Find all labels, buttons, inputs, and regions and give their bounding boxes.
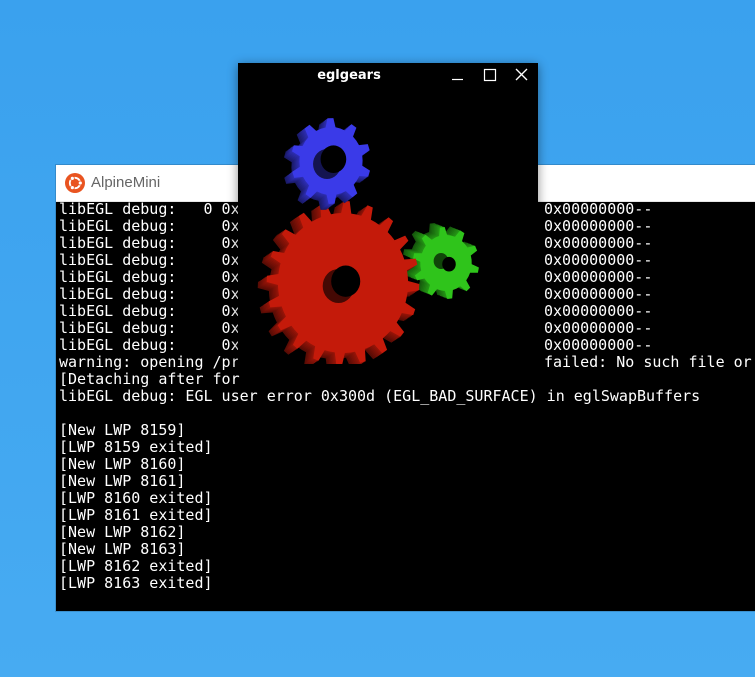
red-gear <box>257 201 420 364</box>
terminal-title: AlpineMini <box>91 174 161 191</box>
terminal-line-text: libEGL debug: 0x <box>59 285 240 303</box>
minimize-button[interactable] <box>442 63 474 89</box>
maximize-icon <box>483 68 497 82</box>
terminal-line-text: libEGL debug: 0x <box>59 336 240 354</box>
terminal-line-text-right: 0x00000000-- <box>544 201 653 218</box>
terminal-line-text: [LWP 8160 exited] <box>59 489 213 507</box>
terminal-line: [LWP 8160 exited] <box>59 490 755 507</box>
terminal-line-text: warning: opening /pr <box>59 353 240 371</box>
ubuntu-logo-icon <box>65 173 85 193</box>
terminal-line-text: libEGL debug: 0x <box>59 319 240 337</box>
terminal-line-text: [New LWP 8162] <box>59 523 186 541</box>
terminal-line-text: [New LWP 8160] <box>59 455 186 473</box>
terminal-line-text: libEGL debug: 0x <box>59 268 240 286</box>
terminal-line-text: [New LWP 8161] <box>59 472 186 490</box>
terminal-line: libEGL debug: EGL user error 0x300d (EGL… <box>59 388 755 405</box>
terminal-line: [New LWP 8163] <box>59 541 755 558</box>
terminal-line: [LWP 8163 exited] <box>59 575 755 592</box>
terminal-line-text-right: 0x00000000-- <box>544 234 653 252</box>
terminal-line-text-right: 0x00000000-- <box>544 251 653 269</box>
gear-hole <box>442 256 456 272</box>
blue-gear <box>284 118 370 210</box>
terminal-line-text: libEGL debug: 0x <box>59 302 240 320</box>
minimize-icon <box>452 78 463 81</box>
gear-hole <box>331 265 361 297</box>
terminal-line-text: libEGL debug: 0x <box>59 234 240 252</box>
terminal-line-text-right: 0x00000000-- <box>544 302 653 320</box>
terminal-line-text: [Detaching after for <box>59 370 240 388</box>
terminal-line: [New LWP 8160] <box>59 456 755 473</box>
terminal-line: [LWP 8161 exited] <box>59 507 755 524</box>
terminal-line-text: libEGL debug: 0x <box>59 251 240 269</box>
terminal-line-text: libEGL debug: 0 0x <box>59 201 240 218</box>
terminal-line: [New LWP 8162] <box>59 524 755 541</box>
gears-render-canvas <box>257 118 479 364</box>
terminal-line-text-right: failed: No such file or <box>544 353 752 371</box>
terminal-line-text-right: 0x00000000-- <box>544 336 653 354</box>
terminal-line-text: [New LWP 8159] <box>59 421 186 439</box>
terminal-line-text: libEGL debug: EGL user error 0x300d (EGL… <box>59 387 701 405</box>
terminal-line-text: libEGL debug: 0x <box>59 217 240 235</box>
gear-hole <box>320 145 347 173</box>
eglgears-window[interactable]: eglgears <box>238 63 538 364</box>
terminal-line-text: [LWP 8162 exited] <box>59 557 213 575</box>
terminal-line-text-right: 0x00000000-- <box>544 268 653 286</box>
eglgears-title: eglgears <box>317 68 381 83</box>
terminal-line-text-right: 0x00000000-- <box>544 217 653 235</box>
terminal-line-text-right: 0x00000000-- <box>544 285 653 303</box>
close-icon <box>515 68 528 81</box>
terminal-line: [LWP 8162 exited] <box>59 558 755 575</box>
terminal-line-text: [LWP 8159 exited] <box>59 438 213 456</box>
terminal-line: [Detaching after for <box>59 371 755 388</box>
terminal-line-text: [LWP 8161 exited] <box>59 506 213 524</box>
terminal-line-text: [LWP 8163 exited] <box>59 574 213 592</box>
terminal-line: [New LWP 8159] <box>59 422 755 439</box>
terminal-line-text-right: 0x00000000-- <box>544 319 653 337</box>
close-button[interactable] <box>506 63 538 89</box>
terminal-line-text: [New LWP 8163] <box>59 540 186 558</box>
terminal-line: [New LWP 8161] <box>59 473 755 490</box>
terminal-line: [LWP 8159 exited] <box>59 439 755 456</box>
eglgears-titlebar[interactable]: eglgears <box>238 63 538 89</box>
maximize-button[interactable] <box>474 63 506 89</box>
